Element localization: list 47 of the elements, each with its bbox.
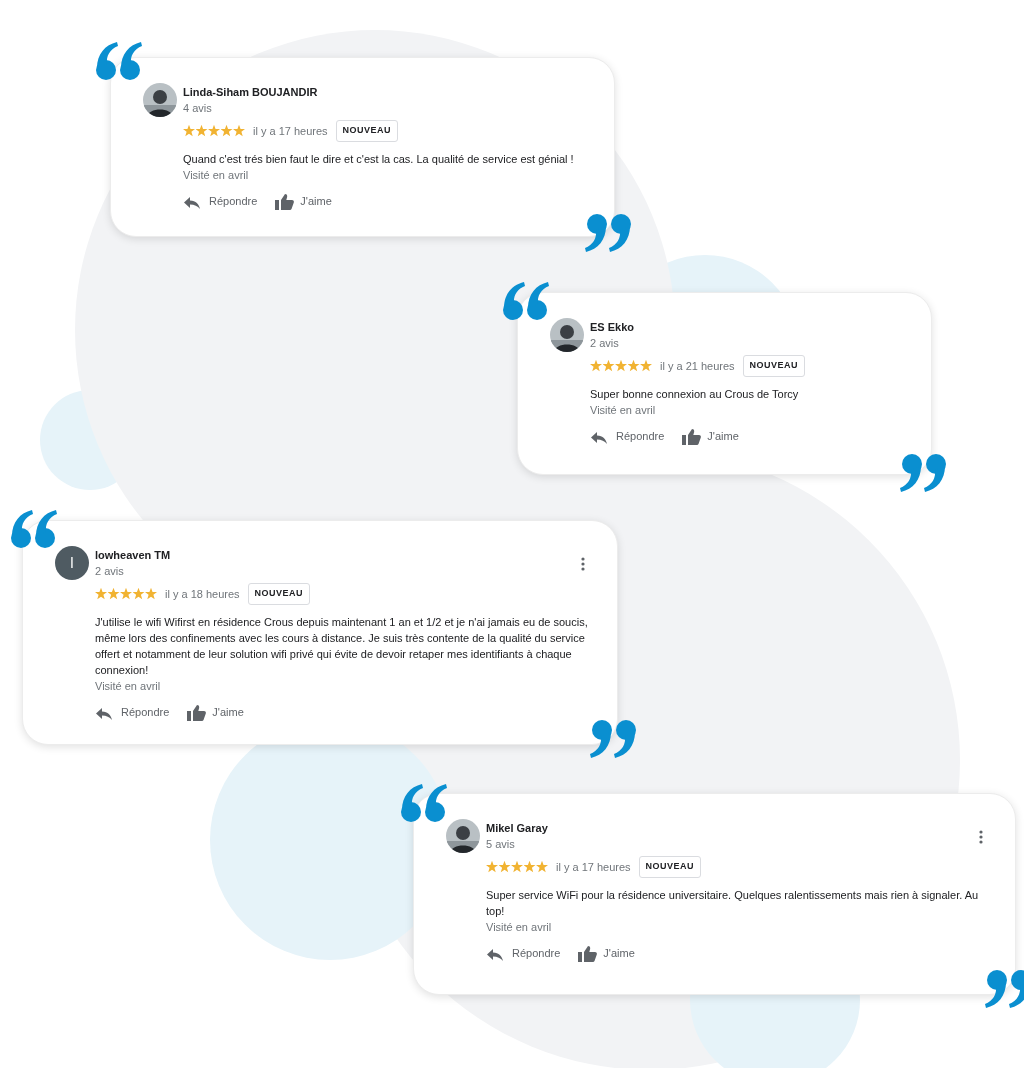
like-button[interactable]: J'aime	[682, 427, 739, 446]
review-time: il y a 21 heures	[660, 358, 735, 374]
open-quote-icon	[10, 508, 58, 550]
close-quote-icon	[900, 452, 948, 494]
reviewer-name: Linda-Siham BOUJANDIR	[183, 85, 319, 99]
visit-date: Visité en avril	[486, 919, 553, 935]
open-quote-icon	[95, 40, 143, 82]
more-icon[interactable]	[979, 830, 983, 844]
review-time: il y a 18 heures	[165, 586, 240, 602]
close-quote-icon	[985, 968, 1024, 1010]
reply-button[interactable]: Répondre	[590, 428, 665, 445]
like-button[interactable]: J'aime	[578, 944, 635, 963]
review-time: il y a 17 heures	[253, 123, 328, 139]
like-button[interactable]: J'aime	[275, 192, 332, 211]
reviewer-name: Mikel Garay	[486, 821, 549, 835]
review-time: il y a 17 heures	[556, 859, 631, 875]
review-text: Super bonne connexion au Crous de Torcy	[590, 386, 800, 402]
new-badge: NOUVEAU	[247, 583, 311, 605]
open-quote-icon	[502, 280, 550, 322]
new-badge: NOUVEAU	[335, 120, 399, 142]
avatar: l	[55, 546, 89, 580]
visit-date: Visité en avril	[95, 678, 162, 694]
thumbs-up-icon	[578, 944, 598, 963]
thumbs-up-icon	[682, 427, 702, 446]
review-count: 2 avis	[590, 336, 620, 350]
close-quote-icon	[585, 212, 633, 254]
reviewer-name: ES Ekko	[590, 320, 636, 334]
new-badge: NOUVEAU	[638, 856, 702, 878]
reply-button[interactable]: Répondre	[183, 193, 258, 210]
review-text: J'utilise le wifi Wifirst en résidence Crous depuis maintenant 1 an et 1/2 et je n'ai jamais eu de soucis, même lors des confinements avec les cours à distance. Je suis très contente de la qualité du service offert et notamment de leur solution wifi privé qui évite de devoir retaper mes identifiants à chaque connexion!	[95, 614, 589, 678]
visit-date: Visité en avril	[183, 167, 250, 183]
review-count: 2 avis	[95, 564, 125, 578]
review-text: Quand c'est trés bien faut le dire et c'est la cas. La qualité de service est génial !	[183, 151, 575, 167]
thumbs-up-icon	[275, 192, 295, 211]
close-quote-icon	[590, 718, 638, 760]
reply-button[interactable]: Répondre	[486, 945, 561, 962]
reviewer-name: lowheaven TM	[95, 548, 172, 562]
like-button[interactable]: J'aime	[187, 703, 244, 722]
visit-date: Visité en avril	[590, 402, 657, 418]
review-count: 4 avis	[183, 101, 213, 115]
new-badge: NOUVEAU	[742, 355, 806, 377]
open-quote-icon	[400, 782, 448, 824]
reply-button[interactable]: Répondre	[95, 704, 170, 721]
review-text: Super service WiFi pour la résidence universitaire. Quelques ralentissements mais rien à signaler. Au top!	[486, 887, 980, 919]
more-icon[interactable]	[581, 557, 585, 571]
thumbs-up-icon	[187, 703, 207, 722]
review-count: 5 avis	[486, 837, 516, 851]
